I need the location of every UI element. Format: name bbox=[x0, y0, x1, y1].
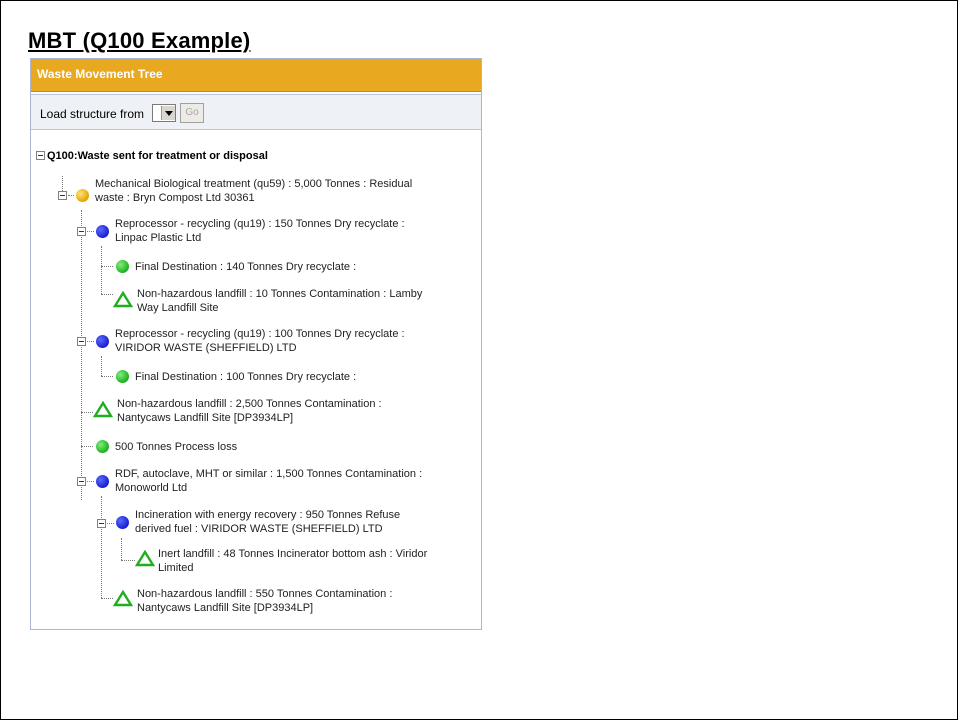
node-line: waste : Bryn Compost Ltd 30361 bbox=[95, 192, 255, 204]
tree-connector bbox=[101, 496, 102, 598]
load-structure-toolbar: Load structure from Go bbox=[31, 94, 481, 130]
node-line: Inert landfill : 48 Tonnes Incinerator b… bbox=[158, 548, 428, 560]
node-line: VIRIDOR WASTE (SHEFFIELD) LTD bbox=[115, 342, 297, 354]
collapse-icon[interactable] bbox=[58, 191, 67, 200]
tree-connector bbox=[87, 341, 94, 342]
node-line: Way Landfill Site bbox=[137, 302, 219, 314]
node-line: Non-hazardous landfill : 10 Tonnes Conta… bbox=[137, 288, 423, 300]
collapse-icon[interactable] bbox=[36, 151, 45, 160]
blue-circle-icon bbox=[96, 475, 109, 488]
node-line: Mechanical Biological treatment (qu59) :… bbox=[95, 178, 413, 190]
node-line: Final Destination : 140 Tonnes Dry recyc… bbox=[135, 261, 357, 273]
tree-node-reprocessor-linpac[interactable]: Reprocessor - recycling (qu19) : 150 Ton… bbox=[115, 217, 475, 245]
tree-connector bbox=[81, 446, 93, 447]
blue-circle-icon bbox=[96, 335, 109, 348]
panel-header: Waste Movement Tree bbox=[31, 59, 481, 92]
chevron-down-icon[interactable] bbox=[161, 106, 176, 120]
tree-node-final-destination-100[interactable]: Final Destination : 100 Tonnes Dry recyc… bbox=[135, 370, 495, 384]
green-triangle-icon bbox=[113, 291, 133, 308]
green-triangle-icon bbox=[135, 550, 155, 567]
tree-connector bbox=[121, 538, 122, 560]
node-line: 500 Tonnes Process loss bbox=[115, 441, 238, 453]
tree-node-mbt[interactable]: Mechanical Biological treatment (qu59) :… bbox=[95, 177, 455, 205]
tree-node-rdf-monoworld[interactable]: RDF, autoclave, MHT or similar : 1,500 T… bbox=[115, 467, 475, 495]
green-triangle-icon bbox=[113, 590, 133, 607]
tree-connector bbox=[101, 294, 113, 295]
node-line: Incineration with energy recovery : 950 … bbox=[135, 509, 401, 521]
blue-circle-icon bbox=[96, 225, 109, 238]
node-line: Reprocessor - recycling (qu19) : 150 Ton… bbox=[115, 218, 405, 230]
tree-connector bbox=[101, 598, 113, 599]
green-circle-icon bbox=[96, 440, 109, 453]
node-line: Nantycaws Landfill Site [DP3934LP] bbox=[117, 412, 294, 424]
green-triangle-icon bbox=[93, 401, 113, 418]
tree-node-reprocessor-viridor[interactable]: Reprocessor - recycling (qu19) : 100 Ton… bbox=[115, 327, 475, 355]
node-line: Final Destination : 100 Tonnes Dry recyc… bbox=[135, 371, 357, 383]
node-line: Linpac Plastic Ltd bbox=[115, 232, 202, 244]
blue-circle-icon bbox=[116, 516, 129, 529]
tree-connector bbox=[101, 266, 113, 267]
node-line: Non-hazardous landfill : 550 Tonnes Cont… bbox=[137, 588, 393, 600]
waste-movement-tree-panel: Waste Movement Tree Load structure from … bbox=[30, 58, 482, 630]
green-circle-icon bbox=[116, 370, 129, 383]
tree-node-landfill-lamby[interactable]: Non-hazardous landfill : 10 Tonnes Conta… bbox=[137, 287, 497, 315]
collapse-icon[interactable] bbox=[77, 227, 86, 236]
tree-connector bbox=[81, 210, 82, 500]
structure-select[interactable] bbox=[152, 104, 177, 122]
tree-connector bbox=[121, 560, 135, 561]
tree-connector bbox=[107, 523, 114, 524]
tree-node-inert-landfill[interactable]: Inert landfill : 48 Tonnes Incinerator b… bbox=[158, 547, 518, 575]
tree-connector bbox=[68, 195, 74, 196]
node-line: derived fuel : VIRIDOR WASTE (SHEFFIELD)… bbox=[135, 523, 383, 535]
load-structure-label: Load structure from bbox=[40, 107, 145, 121]
tree-connector bbox=[101, 246, 102, 294]
tree-root-label[interactable]: Q100:Waste sent for treatment or disposa… bbox=[47, 149, 268, 163]
tree-connector bbox=[87, 481, 94, 482]
collapse-icon[interactable] bbox=[97, 519, 106, 528]
tree-node-final-destination-140[interactable]: Final Destination : 140 Tonnes Dry recyc… bbox=[135, 260, 495, 274]
collapse-icon[interactable] bbox=[77, 477, 86, 486]
tree-connector bbox=[101, 376, 113, 377]
tree-connector bbox=[87, 231, 94, 232]
go-button[interactable]: Go bbox=[180, 103, 205, 123]
collapse-icon[interactable] bbox=[77, 337, 86, 346]
tree-connector bbox=[101, 356, 102, 376]
tree-node-landfill-nantycaws-2500[interactable]: Non-hazardous landfill : 2,500 Tonnes Co… bbox=[117, 397, 477, 425]
green-circle-icon bbox=[116, 260, 129, 273]
tree-connector bbox=[81, 412, 93, 413]
tree-node-incineration[interactable]: Incineration with energy recovery : 950 … bbox=[135, 508, 495, 536]
node-line: Non-hazardous landfill : 2,500 Tonnes Co… bbox=[117, 398, 382, 410]
node-line: Reprocessor - recycling (qu19) : 100 Ton… bbox=[115, 328, 405, 340]
tree-node-landfill-nantycaws-550[interactable]: Non-hazardous landfill : 550 Tonnes Cont… bbox=[137, 587, 497, 615]
node-line: Limited bbox=[158, 562, 194, 574]
tree-node-process-loss[interactable]: 500 Tonnes Process loss bbox=[115, 440, 475, 454]
page-title: MBT (Q100 Example) bbox=[28, 28, 251, 53]
node-line: Monoworld Ltd bbox=[115, 482, 188, 494]
orange-circle-icon bbox=[76, 189, 89, 202]
node-line: RDF, autoclave, MHT or similar : 1,500 T… bbox=[115, 468, 423, 480]
node-line: Nantycaws Landfill Site [DP3934LP] bbox=[137, 602, 314, 614]
